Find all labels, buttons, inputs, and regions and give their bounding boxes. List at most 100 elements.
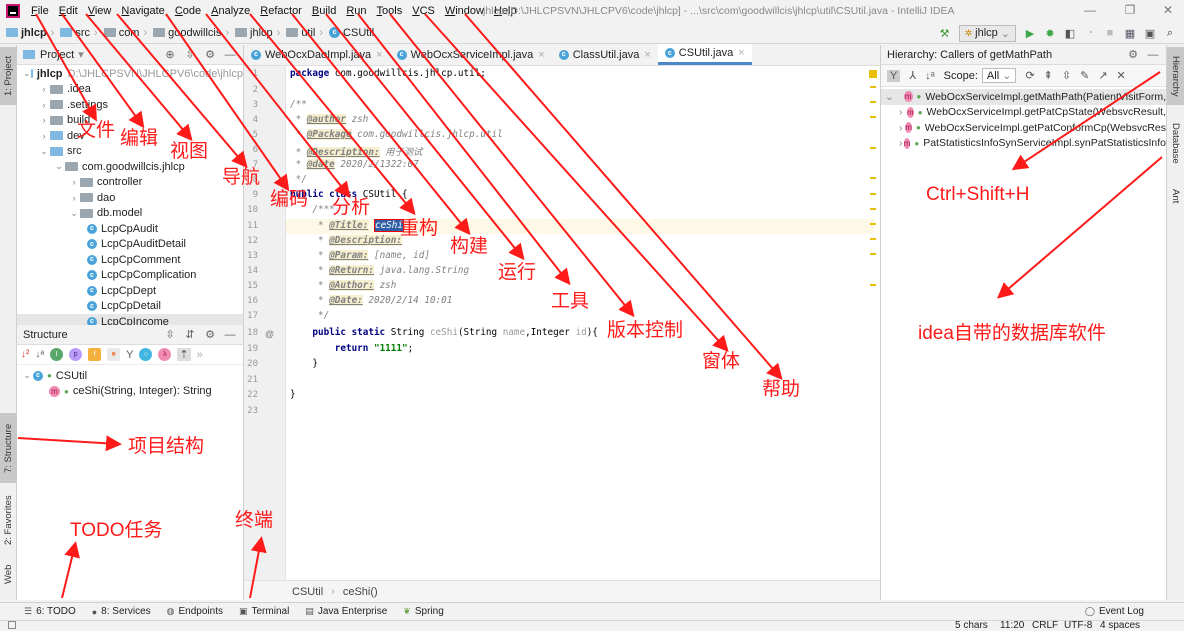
line-number[interactable]: 10 [244,205,258,215]
lambda-icon[interactable]: λ [158,348,172,361]
tool-todo[interactable]: ☰ 6: TODO [24,606,76,617]
lock-icon[interactable]: ■ [107,348,121,361]
menu-refactor[interactable]: Refactor [255,5,307,17]
stop-icon[interactable]: ■ [1104,27,1116,39]
anonymous-icon[interactable]: ○ [139,348,153,361]
gear-icon[interactable]: ⚙ [1126,48,1140,61]
line-number[interactable]: 6 [244,145,258,155]
menu-run[interactable]: Run [341,5,371,17]
structure-class-row[interactable]: ⌄ c ● CSUtil [17,368,243,384]
tree-item[interactable]: c LcpCpComplication [17,268,243,284]
indent-setting[interactable]: 4 spaces [1100,620,1140,631]
menu-build[interactable]: Build [307,5,341,17]
menu-code[interactable]: Code [170,5,206,17]
menu-window[interactable]: Window [440,5,489,17]
tree-item[interactable]: › .idea [17,82,243,98]
error-stripe-mark[interactable] [870,238,876,240]
tab-hierarchy[interactable]: Hierarchy [1167,47,1184,105]
line-number[interactable]: 1 [244,69,258,79]
close-tab-icon[interactable]: × [376,49,382,61]
run-icon[interactable]: ▶ [1024,27,1036,40]
line-number[interactable]: 9 [244,190,258,200]
terminal-window-icon[interactable]: ▣ [1144,27,1156,40]
line-number[interactable]: 16 [244,296,258,306]
line-number[interactable]: 14 [244,266,258,276]
line-number[interactable]: 5 [244,130,258,140]
tab-webocxserviceimpl[interactable]: c WebOcxServiceImpl.java × [390,44,552,65]
line-number[interactable]: 12 [244,236,258,246]
tool-java-enterprise[interactable]: ▤ Java Enterprise [305,606,387,617]
tool-endpoints[interactable]: ◍ Endpoints [167,606,223,617]
collapse-all-icon[interactable]: ⇳ [183,48,197,61]
gear-icon[interactable]: ⚙ [203,48,217,61]
line-number[interactable]: 21 [244,375,258,385]
menu-view[interactable]: View [83,5,117,17]
project-structure-icon[interactable]: ▦ [1124,27,1136,40]
collapse-all-icon[interactable]: ⇳ [1062,69,1071,82]
line-number[interactable]: 15 [244,281,258,291]
line-number[interactable]: 3 [244,100,258,110]
sort-alpha-icon[interactable]: ↓ᵃ [925,70,935,82]
locate-icon[interactable]: ⊕ [163,48,177,61]
error-stripe-mark[interactable] [870,193,876,195]
menu-file[interactable]: File [26,5,54,17]
caller-hierarchy-icon[interactable]: Y [887,69,901,82]
tab-database[interactable]: Database [1167,115,1184,171]
sort-alpha-icon[interactable]: ↓ᵃ [35,349,44,360]
code-editor[interactable]: 1 2 3 4 5 6 7 8 9 10 11 12 13 14 15 16 17 18 19 20 21 22 23 @ … [244,66,880,580]
run-config-selector[interactable]: ✲ jhlcp ⌄ [958,24,1016,42]
override-marker-icon[interactable]: @ [265,329,274,339]
line-number[interactable]: 11 [244,221,258,231]
line-number[interactable]: 23 [244,406,258,416]
breadcrumb-jhlcp[interactable]: jhlcp › [6,27,58,39]
project-view-selector[interactable]: Project [40,49,74,61]
hierarchy-item[interactable]: › m ● WebOcxServiceImpl.getPatConformCp(… [881,120,1166,136]
gear-icon[interactable]: ⚙ [203,328,217,341]
autoscroll-icon[interactable]: ⇡ [177,348,191,361]
refresh-icon[interactable]: ⟳ [1025,69,1034,82]
tree-item[interactable]: c LcpCpAuditDetail [17,237,243,253]
minimize-button[interactable]: — [1080,3,1100,19]
tool-terminal[interactable]: ▣ Terminal [239,606,289,617]
menu-analyze[interactable]: Analyze [206,5,255,17]
tree-item[interactable]: › build [17,113,243,129]
error-stripe-mark[interactable] [870,223,876,225]
profile-icon[interactable]: ◔ [1084,27,1096,39]
line-number[interactable]: 18 [244,328,258,338]
tree-item[interactable]: ⌄ db.model [17,206,243,222]
hide-icon[interactable]: — [1146,49,1160,61]
inherited-icon[interactable]: I [50,348,64,361]
expand-all-icon[interactable]: ⇳ [163,328,177,341]
line-number[interactable]: 13 [244,251,258,261]
close-tab-icon[interactable]: × [738,47,744,59]
sort-visibility-icon[interactable]: ↓² [21,349,29,360]
tree-item[interactable]: ⌄ com.goodwillcis.jhlcp [17,159,243,175]
event-log-button[interactable]: ◯ Event Log [1085,606,1144,617]
hierarchy-item[interactable]: › m ● WebOcxServiceImpl.getPatCpState(We… [881,105,1166,121]
error-stripe-mark[interactable] [870,253,876,255]
collapse-all-icon[interactable]: ⇵ [183,328,197,341]
crumb-class[interactable]: CSUtil [292,586,323,598]
tool-services[interactable]: ● 8: Services [92,606,151,617]
error-stripe-mark[interactable] [870,177,876,179]
pin-icon[interactable]: ✎ [1080,69,1089,82]
breadcrumb-goodwillcis[interactable]: goodwillcis › [153,27,233,39]
scope-select[interactable]: All ⌄ [981,68,1017,83]
hierarchy-root-item[interactable]: ⌄ m ● WebOcxServiceImpl.getMathPath(Pati… [881,89,1166,105]
export-icon[interactable]: ↗ [1098,69,1107,82]
close-button[interactable]: ✕ [1158,3,1178,19]
menu-edit[interactable]: Edit [54,5,83,17]
hierarchy-icon[interactable]: Y [126,349,133,361]
file-encoding[interactable]: UTF-8 [1064,620,1092,631]
tree-item[interactable]: c LcpCpDetail [17,299,243,315]
toggle-tool-windows-icon[interactable] [8,621,16,629]
error-stripe-mark[interactable] [870,284,876,286]
error-stripe-mark[interactable] [870,147,876,149]
tab-ant[interactable]: Ant [1167,181,1184,211]
restore-button[interactable]: ❐ [1120,3,1140,19]
search-icon[interactable]: ⌕ [1164,27,1176,39]
tree-item[interactable]: c LcpCpComment [17,252,243,268]
build-hammer-icon[interactable]: ⚒ [939,27,951,40]
tab-webocxdaoimpl[interactable]: c WebOcxDaoImpl.java × [244,44,390,65]
line-number[interactable]: 2 [244,85,258,95]
